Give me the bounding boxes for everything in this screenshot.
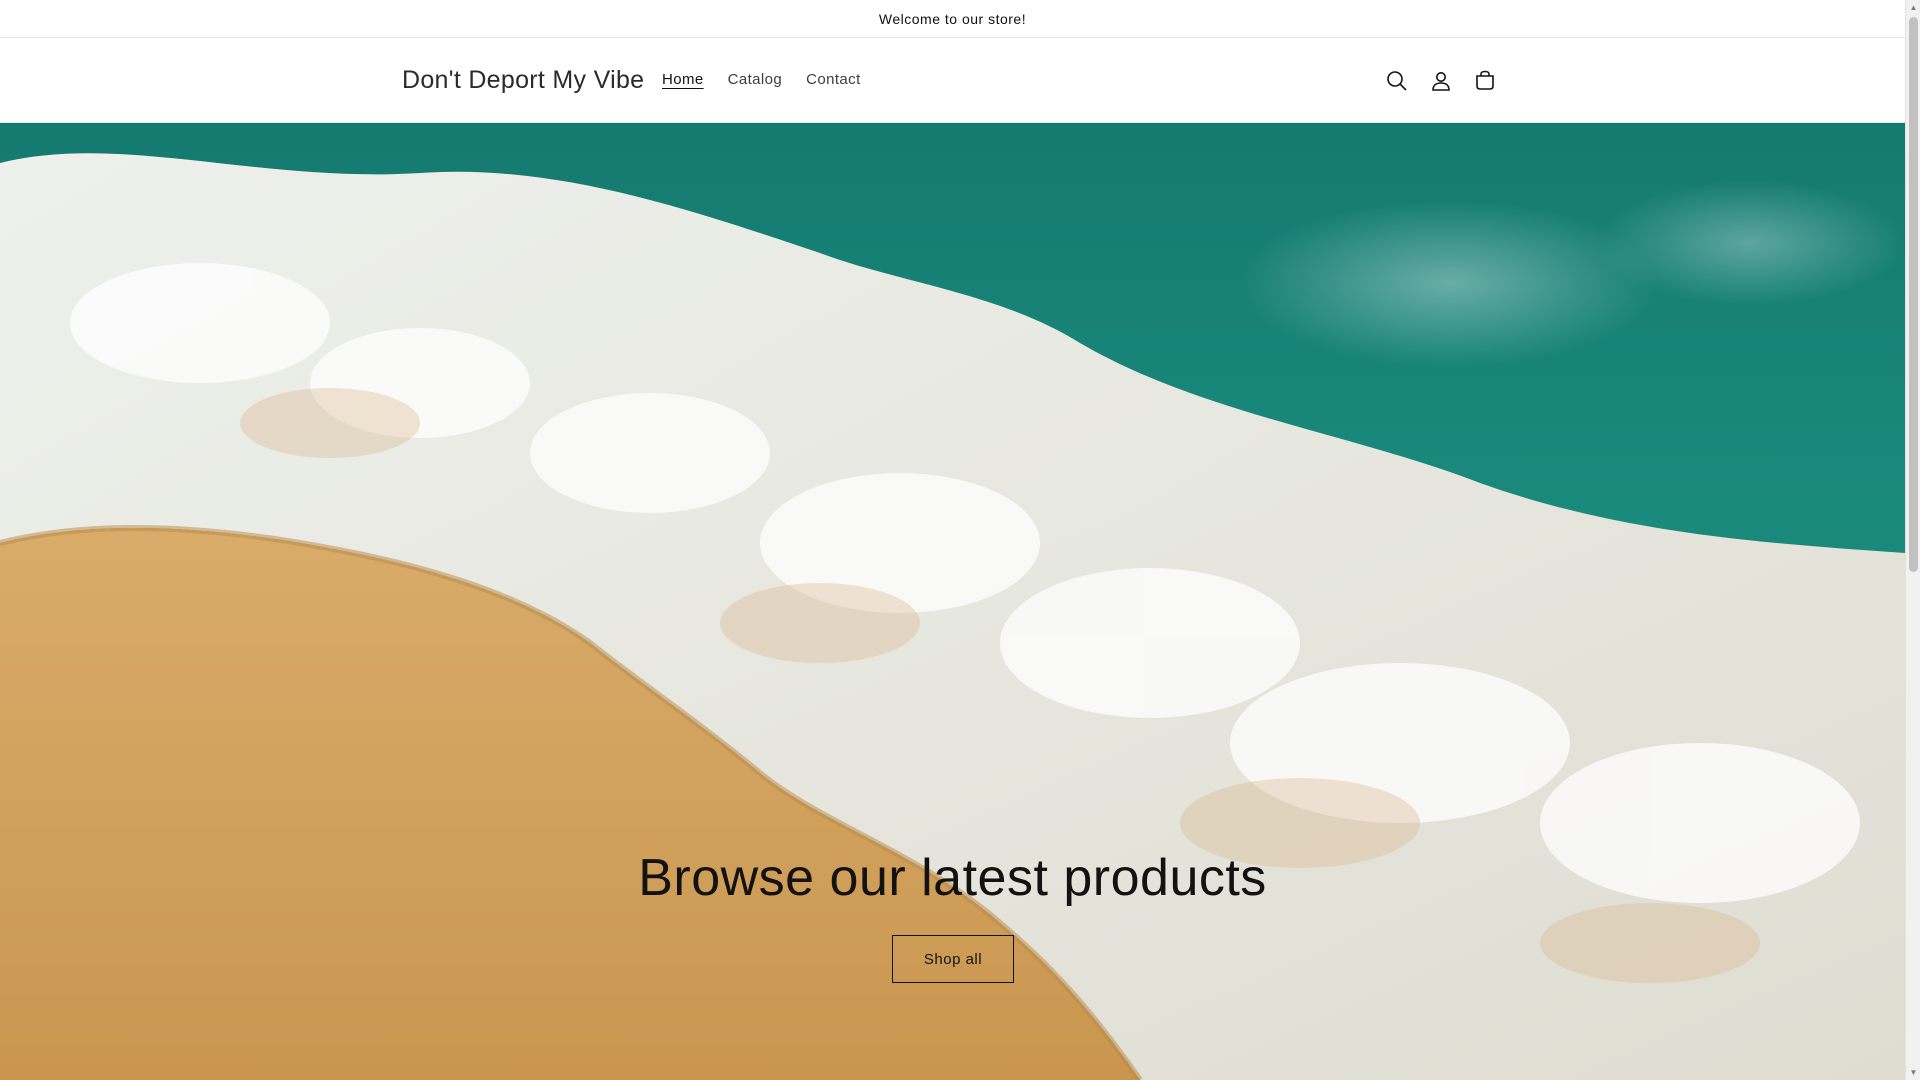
nav-catalog[interactable]: Catalog bbox=[716, 69, 795, 90]
nav-home[interactable]: Home bbox=[650, 69, 716, 90]
account-button[interactable] bbox=[1419, 59, 1463, 103]
announcement-text: Welcome to our store! bbox=[878, 10, 1027, 27]
search-icon bbox=[1387, 71, 1407, 91]
scroll-thumb[interactable] bbox=[1909, 17, 1918, 572]
announcement-bar: Welcome to our store! bbox=[0, 0, 1905, 38]
header-icons bbox=[1375, 59, 1507, 103]
main-nav: Home Catalog Contact bbox=[650, 69, 873, 90]
store-logo[interactable]: Don't Deport My Vibe bbox=[402, 66, 644, 95]
hero-heading: Browse our latest products bbox=[638, 849, 1267, 907]
cart-button[interactable] bbox=[1463, 59, 1507, 103]
site-header: Don't Deport My Vibe Home Catalog Contac… bbox=[0, 39, 1905, 123]
shop-all-button[interactable]: Shop all bbox=[892, 935, 1014, 983]
page-scrollbar[interactable]: ▲ ▼ bbox=[1905, 0, 1920, 1080]
search-button[interactable] bbox=[1375, 59, 1419, 103]
scroll-down-arrow-icon[interactable]: ▼ bbox=[1906, 1065, 1920, 1080]
page: Welcome to our store! Don't Deport My Vi… bbox=[0, 0, 1905, 1080]
cart-icon bbox=[1476, 70, 1494, 90]
scroll-up-arrow-icon[interactable]: ▲ bbox=[1906, 0, 1920, 15]
hero-content: Browse our latest products bbox=[0, 845, 1905, 913]
account-icon bbox=[1432, 72, 1450, 91]
nav-contact[interactable]: Contact bbox=[794, 69, 873, 90]
